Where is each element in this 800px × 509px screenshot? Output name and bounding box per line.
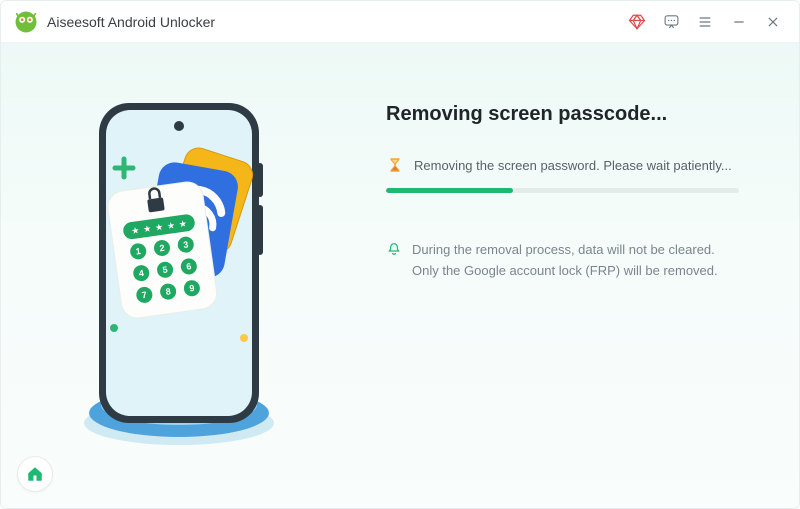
page-heading: Removing screen passcode... xyxy=(386,103,739,126)
content-area: ★★★ ★★ 123 456 789 xyxy=(1,43,799,508)
home-icon xyxy=(26,465,44,483)
info-note: During the removal process, data will no… xyxy=(386,239,739,282)
bell-icon xyxy=(386,241,402,257)
app-window: Aiseesoft Android Unlocker xyxy=(0,0,800,509)
progress-bar xyxy=(386,188,739,193)
svg-text:★: ★ xyxy=(130,225,139,236)
minimize-button[interactable] xyxy=(725,8,753,36)
app-logo-icon xyxy=(15,11,37,33)
svg-text:★: ★ xyxy=(178,218,187,229)
close-button[interactable] xyxy=(759,8,787,36)
app-title: Aiseesoft Android Unlocker xyxy=(47,14,215,30)
svg-text:★: ★ xyxy=(166,220,175,231)
info-note-text: During the removal process, data will no… xyxy=(412,239,739,282)
phone-illustration-icon: ★★★ ★★ 123 456 789 xyxy=(44,93,314,473)
hourglass-icon xyxy=(386,156,404,174)
menu-icon[interactable] xyxy=(691,8,719,36)
svg-text:★: ★ xyxy=(142,223,151,234)
status-text: Removing the screen password. Please wai… xyxy=(414,158,732,173)
status-row: Removing the screen password. Please wai… xyxy=(386,156,739,174)
illustration-panel: ★★★ ★★ 123 456 789 xyxy=(1,43,356,508)
svg-text:★: ★ xyxy=(154,222,163,233)
title-bar: Aiseesoft Android Unlocker xyxy=(1,1,799,43)
feedback-icon[interactable] xyxy=(657,8,685,36)
premium-icon[interactable] xyxy=(623,8,651,36)
progress-fill xyxy=(386,188,513,193)
main-panel: Removing screen passcode... Removing the… xyxy=(356,43,799,508)
home-button[interactable] xyxy=(17,456,53,492)
